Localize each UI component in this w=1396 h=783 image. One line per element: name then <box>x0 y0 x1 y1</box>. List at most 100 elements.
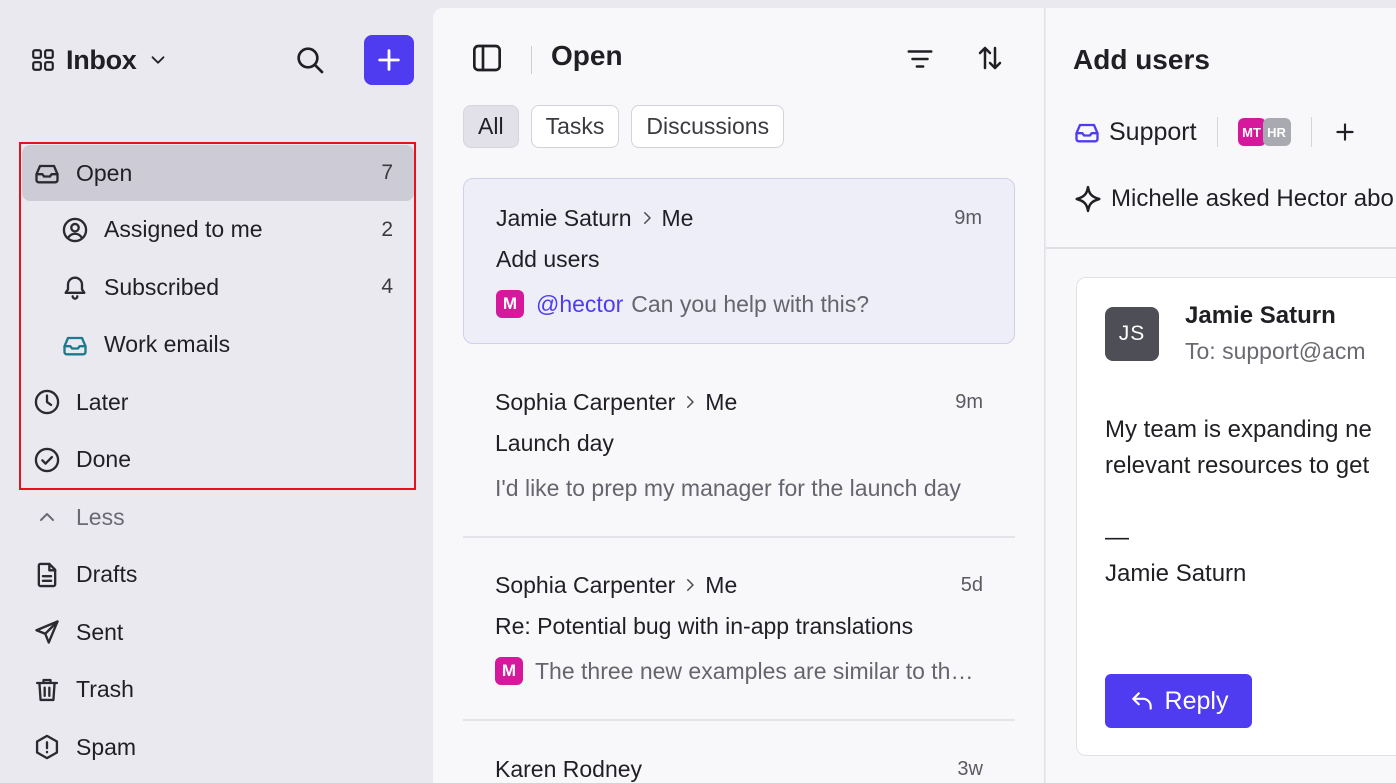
conversation-recipient: Me <box>661 204 694 231</box>
sort-icon <box>975 43 1005 73</box>
compose-button[interactable] <box>364 35 414 85</box>
search-icon <box>294 44 326 76</box>
search-button[interactable] <box>292 42 328 78</box>
filter-chip-all[interactable]: All <box>463 105 519 148</box>
sidebar-item-count: 2 <box>381 217 393 241</box>
sidebar-item-assigned-to-me[interactable]: Assigned to me 2 <box>22 201 414 259</box>
user-circle-icon <box>60 215 90 245</box>
sidebar-item-spam[interactable]: Spam <box>22 719 414 777</box>
sidebar-item-label: Less <box>76 503 125 530</box>
filter-button[interactable] <box>905 44 935 74</box>
conversation-item[interactable]: Sophia Carpenter Me 5d Re: Potential bug… <box>463 570 1015 710</box>
spam-icon <box>32 732 62 762</box>
filter-chips: All Tasks Discussions <box>463 105 785 148</box>
sidebar-item-trash[interactable]: Trash <box>22 661 414 719</box>
sidebar-item-sent[interactable]: Sent <box>22 604 414 662</box>
chevron-right-icon <box>681 576 699 594</box>
sidebar-item-open[interactable]: Open 7 <box>22 145 414 201</box>
conversation-recipient: Me <box>705 388 738 415</box>
sidebar-item-label: Assigned to me <box>104 216 263 243</box>
sidebar-item-label: Work emails <box>104 331 231 358</box>
message-line: relevant resources to get <box>1105 452 1370 479</box>
conversation-sender: Sophia Carpenter <box>495 388 676 415</box>
conversation-header: Jamie Saturn Me 9m <box>496 203 982 233</box>
sidebar-item-drafts[interactable]: Drafts <box>22 546 414 604</box>
conversation-preview: M The three new examples are similar to … <box>495 656 983 686</box>
sidebar-item-label: Drafts <box>76 561 138 588</box>
sidebar-item-done[interactable]: Done <box>22 431 414 489</box>
conversation-detail-pane: Add users Support MT HR Michelle asked H… <box>1046 8 1396 783</box>
avatar: MT <box>1237 118 1266 146</box>
participants[interactable]: MT HR <box>1237 118 1291 146</box>
avatar: HR <box>1262 118 1291 146</box>
conversation-header: Sophia Carpenter Me 9m <box>495 387 983 417</box>
conversation-item[interactable]: Jamie Saturn Me 9m Add users M @hector C… <box>463 178 1015 344</box>
conversation-meta: Support MT HR <box>1073 114 1358 150</box>
sidebar: Inbox Open 7 Assigned to me 2 Subscribed… <box>0 0 433 783</box>
sort-button[interactable] <box>975 43 1005 73</box>
add-participant-button[interactable] <box>1332 119 1358 145</box>
preview-text: Can you help with this? <box>631 290 870 317</box>
reply-button[interactable]: Reply <box>1105 674 1252 728</box>
inbox-tag-label: Support <box>1109 117 1197 146</box>
summary-text: Michelle asked Hector abo <box>1111 185 1394 212</box>
conversation-preview: M @hector Can you help with this? <box>496 289 982 319</box>
detail-divider <box>1046 247 1396 249</box>
check-circle-icon <box>32 445 62 475</box>
ai-summary[interactable]: Michelle asked Hector abo <box>1073 184 1394 214</box>
filter-icon <box>905 44 935 74</box>
document-icon <box>32 560 62 590</box>
conversation-time: 9m <box>955 390 983 413</box>
sidebar-item-work-emails[interactable]: Work emails <box>22 316 414 374</box>
meta-divider <box>1216 117 1218 147</box>
inbox-teal-icon <box>60 330 90 360</box>
mention-badge: M <box>495 657 523 685</box>
sidebar-item-label: Open <box>76 159 133 186</box>
conversation-subject: Add users <box>496 246 600 272</box>
sidebar-toggle-icon <box>471 42 503 74</box>
chevron-down-icon <box>147 49 169 71</box>
grid-icon <box>30 47 56 73</box>
conversation-sender: Karen Rodney <box>495 755 643 782</box>
message-body: My team is expanding ne relevant resourc… <box>1105 412 1372 592</box>
sidebar-item-count: 7 <box>381 161 393 184</box>
clock-icon <box>32 387 62 417</box>
mention-link[interactable]: @hector <box>536 291 623 318</box>
conversation-time: 5d <box>960 573 983 596</box>
sidebar-item-subscribed[interactable]: Subscribed 4 <box>22 259 414 317</box>
conversation-header: Sophia Carpenter Me 5d <box>495 570 983 600</box>
sidebar-item-less[interactable]: Less <box>22 489 414 547</box>
conversation-header: Karen Rodney 3w <box>495 754 983 783</box>
avatar: JS <box>1105 307 1159 361</box>
inbox-tag[interactable]: Support <box>1073 118 1197 147</box>
sidebar-item-count: 4 <box>381 275 393 299</box>
conversation-preview: I'd like to prep my manager for the laun… <box>495 473 983 503</box>
sidebar-header: Inbox <box>30 32 414 88</box>
sidebar-item-later[interactable]: Later <box>22 374 414 432</box>
filter-chip-discussions[interactable]: Discussions <box>631 105 785 148</box>
chevron-right-icon <box>638 209 656 227</box>
list-header: Open <box>433 8 1045 103</box>
workspace-title: Inbox <box>66 44 137 75</box>
mention-badge: M <box>496 290 524 318</box>
reply-icon <box>1129 688 1155 714</box>
conversation-time: 9m <box>954 206 982 229</box>
conversation-subject: Launch day <box>495 430 614 456</box>
conversation-subject: Re: Potential bug with in-app translatio… <box>495 613 914 639</box>
chevron-right-icon <box>681 393 699 411</box>
meta-divider <box>1310 117 1312 147</box>
conversation-item[interactable]: Sophia Carpenter Me 9m Launch day I'd li… <box>463 387 1015 527</box>
filter-chip-tasks[interactable]: Tasks <box>530 105 620 148</box>
sidebar-item-label: Done <box>76 446 131 473</box>
message-line: — <box>1105 524 1129 551</box>
workspace-switcher[interactable]: Inbox <box>30 45 169 76</box>
toggle-sidebar-button[interactable] <box>471 42 503 74</box>
message-line: Jamie Saturn <box>1105 560 1247 587</box>
conversation-item[interactable]: Karen Rodney 3w <box>463 754 1015 783</box>
plus-icon <box>1332 119 1358 145</box>
sidebar-item-label: Spam <box>76 733 137 760</box>
message-card: JS Jamie Saturn To: support@acm My team … <box>1076 277 1396 756</box>
list-title: Open <box>551 40 623 71</box>
conversation-sender: Sophia Carpenter <box>495 571 676 598</box>
conversation-time: 3w <box>957 757 983 780</box>
